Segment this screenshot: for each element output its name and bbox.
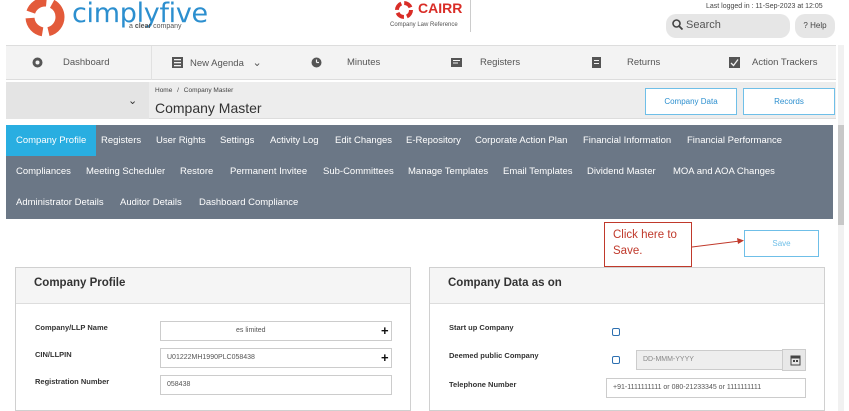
panel-header: Company Data as on — [430, 268, 824, 304]
list-icon — [172, 57, 183, 68]
tab-user-rights[interactable]: User Rights — [146, 125, 216, 156]
tab-moa-aoa-changes[interactable]: MOA and AOA Changes — [663, 156, 785, 187]
chevron-down-icon: ⌄ — [128, 95, 138, 107]
nav-returns[interactable]: Returns — [591, 46, 660, 80]
nav-new-agenda[interactable]: New Agenda ⌄ — [172, 46, 262, 80]
page-title: Company Master — [155, 100, 262, 116]
search-input[interactable]: Search — [666, 14, 790, 38]
cairr-subtitle: Company Law Reference — [390, 22, 458, 28]
tab-restore[interactable]: Restore — [170, 156, 223, 187]
tab-activity-log[interactable]: Activity Log — [260, 125, 329, 156]
tab-e-repository[interactable]: E-Repository — [396, 125, 471, 156]
tab-corporate-action-plan[interactable]: Corporate Action Plan — [465, 125, 577, 156]
nav-registers[interactable]: Registers — [451, 46, 520, 80]
panel-title: Company Data as on — [448, 277, 562, 289]
breadcrumb-current: Company Master — [183, 87, 234, 94]
company-data-panel: Company Data as on Start up Company Deem… — [429, 267, 825, 411]
top-header: cimplyfive a clear company CAIRR Company… — [0, 0, 849, 43]
deemed-public-checkbox[interactable] — [612, 356, 620, 364]
dashboard-icon — [32, 57, 43, 68]
add-cin-icon[interactable]: + — [381, 350, 389, 365]
company-name-label: Company/LLP Name — [35, 323, 108, 332]
startup-company-label: Start up Company — [449, 323, 514, 332]
search-icon — [672, 19, 683, 30]
company-data-button[interactable]: Company Data — [645, 88, 737, 115]
records-button[interactable]: Records — [743, 88, 835, 115]
tabs-bar: Company Profile Registers User Rights Se… — [6, 125, 833, 219]
tab-financial-information[interactable]: Financial Information — [573, 125, 681, 156]
calendar-icon — [790, 355, 801, 366]
cin-field[interactable]: U01222MH1990PLC058438 — [160, 348, 392, 368]
tab-auditor-details[interactable]: Auditor Details — [110, 187, 192, 218]
last-login-text: Last logged in : 11-Sep-2023 at 12:05 — [706, 3, 823, 10]
cin-label: CIN/LLPIN — [35, 350, 72, 359]
deemed-public-label: Deemed public Company — [449, 351, 539, 360]
telephone-label: Telephone Number — [449, 380, 517, 389]
calendar-button[interactable] — [782, 349, 806, 371]
cairr-title: CAIRR — [418, 0, 463, 16]
panel-header: Company Profile — [16, 268, 410, 304]
tab-settings[interactable]: Settings — [210, 125, 264, 156]
tab-edit-changes[interactable]: Edit Changes — [325, 125, 402, 156]
tracker-icon — [729, 57, 740, 68]
tab-email-templates[interactable]: Email Templates — [493, 156, 583, 187]
tab-permanent-invitee[interactable]: Permanent Invitee — [220, 156, 317, 187]
panel-title: Company Profile — [34, 277, 126, 289]
breadcrumb-bar: ⌄ Home / Company Master Company Master C… — [6, 82, 836, 119]
startup-company-checkbox[interactable] — [612, 328, 620, 336]
help-button[interactable]: ? Help — [795, 14, 835, 38]
clock-icon — [311, 57, 322, 68]
add-company-name-icon[interactable]: + — [381, 323, 389, 338]
nav-minutes[interactable]: Minutes — [311, 46, 380, 80]
save-button[interactable]: Save — [744, 230, 819, 257]
chevron-down-icon: ⌄ — [252, 57, 262, 69]
tab-financial-performance[interactable]: Financial Performance — [677, 125, 792, 156]
tab-dashboard-compliance[interactable]: Dashboard Compliance — [189, 187, 308, 218]
breadcrumb: Home / Company Master — [155, 87, 234, 94]
main-nav: Dashboard New Agenda ⌄ Minutes Registers… — [6, 45, 836, 80]
deemed-date-field[interactable]: DD-MMM-YYYY — [636, 350, 784, 370]
save-callout: Click here to Save. — [604, 222, 692, 267]
register-icon — [451, 58, 462, 67]
tab-company-profile[interactable]: Company Profile — [6, 125, 97, 156]
breadcrumb-home[interactable]: Home — [155, 87, 172, 94]
callout-arrow-icon — [692, 238, 744, 248]
registration-number-field[interactable]: 058438 — [160, 375, 392, 395]
help-icon: ? — [803, 21, 808, 30]
scrollbar-thumb[interactable] — [838, 125, 844, 225]
tab-registers[interactable]: Registers — [91, 125, 151, 156]
brand-tagline: a clear company — [129, 23, 182, 30]
nav-separator — [151, 46, 152, 80]
company-name-field[interactable]: es limited — [160, 321, 392, 341]
nav-action-trackers[interactable]: Action Trackers — [729, 46, 817, 80]
cimplyfive-logo-icon — [25, 0, 65, 37]
registration-number-label: Registration Number — [35, 377, 110, 386]
scrollbar[interactable] — [838, 45, 844, 411]
tab-dividend-master[interactable]: Dividend Master — [577, 156, 666, 187]
search-placeholder: Search — [686, 19, 721, 31]
tab-administrator-details[interactable]: Administrator Details — [6, 187, 114, 218]
document-icon — [592, 57, 601, 68]
company-switcher-dropdown[interactable]: ⌄ — [6, 82, 149, 119]
tab-sub-committees[interactable]: Sub-Committees — [313, 156, 404, 187]
tab-meeting-scheduler[interactable]: Meeting Scheduler — [76, 156, 175, 187]
telephone-field[interactable]: +91-1111111111 or 080-21233345 or 111111… — [606, 378, 806, 398]
tab-compliances[interactable]: Compliances — [6, 156, 81, 187]
company-profile-panel: Company Profile Company/LLP Name es limi… — [15, 267, 411, 411]
tab-manage-templates[interactable]: Manage Templates — [398, 156, 498, 187]
nav-dashboard[interactable]: Dashboard — [32, 46, 109, 80]
header-divider — [470, 0, 471, 32]
